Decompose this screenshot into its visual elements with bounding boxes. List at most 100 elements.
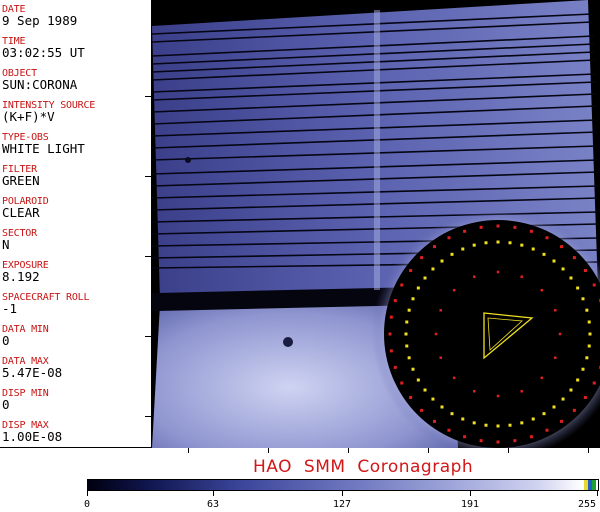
yellow-dot — [431, 397, 435, 401]
data-min-value: 0 — [2, 333, 10, 348]
yellow-dot — [450, 252, 454, 256]
colorbar-tick — [213, 491, 214, 496]
dark-spot-small — [185, 157, 191, 163]
tick-mark — [348, 448, 349, 453]
red-dot — [433, 245, 437, 249]
tick-mark — [508, 448, 509, 453]
yellow-dot — [423, 276, 427, 280]
red-dot — [389, 349, 393, 353]
coronagraph-svg — [151, 0, 600, 460]
date-value: 9 Sep 1989 — [2, 13, 78, 28]
red-dot — [592, 381, 596, 385]
yellow-dot — [484, 241, 488, 245]
coronagraph-image — [151, 0, 600, 460]
tick-mark — [145, 416, 151, 417]
red-dot — [520, 390, 523, 393]
type-obs-value: WHITE LIGHT — [2, 141, 85, 156]
red-dot — [409, 395, 413, 399]
filter-value: GREEN — [2, 173, 40, 188]
yellow-dot — [531, 417, 535, 421]
sector-value: N — [2, 237, 10, 252]
yellow-dot — [416, 286, 420, 290]
yellow-dot — [576, 286, 580, 290]
intensity-source-value: (K+F)*V — [2, 109, 55, 124]
yellow-dot — [508, 423, 512, 427]
colorbar-label-127: 127 — [333, 499, 352, 510]
red-dot — [583, 395, 587, 399]
vertical-streak — [374, 10, 380, 290]
yellow-dot — [404, 332, 408, 336]
yellow-dot — [461, 417, 465, 421]
red-dot — [545, 428, 549, 432]
yellow-dot — [561, 397, 565, 401]
yellow-dot — [461, 247, 465, 251]
red-dot — [559, 419, 563, 423]
colorbar-label-255: 255 — [578, 499, 597, 510]
yellow-dot — [405, 344, 409, 348]
yellow-dot — [569, 276, 573, 280]
red-dot — [496, 440, 500, 444]
red-dot — [420, 408, 424, 412]
red-dot — [496, 224, 500, 228]
yellow-dot — [587, 320, 591, 324]
red-dot — [529, 229, 533, 233]
red-dot — [592, 283, 596, 287]
yellow-dot — [508, 241, 512, 245]
yellow-dot — [411, 297, 415, 301]
red-dot — [463, 229, 467, 233]
red-dot — [540, 376, 544, 380]
image-title: HAO SMM Coronagraph — [253, 457, 474, 477]
red-dot — [452, 376, 456, 380]
yellow-dot — [588, 332, 592, 336]
red-dot — [420, 256, 424, 260]
tick-mark — [145, 256, 151, 257]
yellow-dot — [576, 378, 580, 382]
yellow-dot — [450, 412, 454, 416]
object-value: SUN:CORONA — [2, 77, 78, 92]
data-max-value: 5.47E-08 — [2, 365, 63, 380]
red-dot — [513, 225, 517, 229]
tick-mark — [145, 336, 151, 337]
yellow-dot — [431, 267, 435, 271]
colorbar-label-63: 63 — [207, 499, 220, 510]
yellow-dot — [531, 247, 535, 251]
yellow-dot — [520, 243, 524, 247]
red-dot — [559, 245, 563, 249]
yellow-dot — [440, 405, 444, 409]
yellow-dot — [581, 297, 585, 301]
red-dot — [400, 283, 404, 287]
red-dot — [583, 269, 587, 273]
metadata-panel: DATE 9 Sep 1989 TIME 03:02:55 UT OBJECT … — [0, 0, 152, 448]
red-dot — [540, 288, 544, 292]
red-dot — [554, 309, 557, 312]
red-dot — [393, 299, 397, 303]
dark-spot — [283, 337, 293, 347]
tick-mark — [145, 96, 151, 97]
yellow-dot — [542, 412, 546, 416]
red-dot — [572, 256, 576, 260]
colorbar-tick — [342, 491, 343, 496]
colorbar — [87, 479, 599, 491]
red-dot — [496, 270, 500, 274]
yellow-dot — [405, 320, 409, 324]
yellow-dot — [561, 267, 565, 271]
tick-mark — [188, 448, 189, 453]
red-dot — [452, 288, 456, 292]
red-dot — [558, 332, 562, 336]
red-dot — [529, 435, 533, 439]
spacecraft-roll-value: -1 — [2, 301, 18, 316]
red-dot — [496, 394, 500, 398]
tick-mark — [145, 176, 151, 177]
red-dot — [439, 309, 442, 312]
red-dot — [463, 435, 467, 439]
red-dot — [473, 275, 476, 278]
red-dot — [554, 356, 557, 359]
red-dot — [439, 356, 442, 359]
tick-mark — [428, 448, 429, 453]
red-dot — [447, 236, 451, 240]
yellow-dot — [484, 423, 488, 427]
disp-max-value: 1.00E-08 — [2, 429, 63, 444]
red-dot — [572, 408, 576, 412]
yellow-dot — [407, 356, 411, 360]
yellow-dot — [581, 367, 585, 371]
